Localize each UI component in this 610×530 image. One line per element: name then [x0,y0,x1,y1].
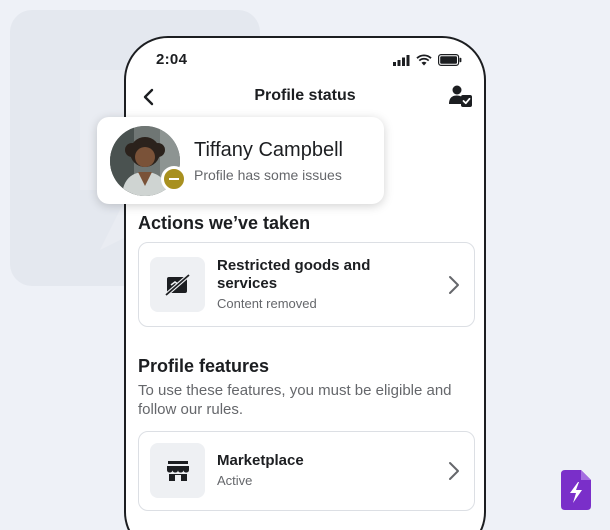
status-bar: 2:04 [126,38,484,82]
storefront-icon [166,460,189,481]
status-time: 2:04 [156,51,188,68]
account-status-icon[interactable] [448,84,474,110]
brand-logo-icon [561,470,591,510]
battery-icon [438,54,462,66]
warning-status-icon [161,166,187,192]
icon-tile [150,257,205,312]
wifi-icon [416,54,432,66]
restricted-goods-icon [164,272,190,297]
header: Profile status [126,82,484,122]
action-item-restricted-goods[interactable]: Restricted goods and services Content re… [138,242,475,327]
phone-frame: 2:04 Profile status Actions we’ve taken … [124,36,486,530]
features-section-title: Profile features [138,356,270,376]
action-item-title: Restricted goods and services [217,257,371,292]
profile-status-text: Profile has some issues [194,167,342,183]
feature-item-marketplace[interactable]: Marketplace Active [138,431,475,511]
features-description: To use these features, you must be eligi… [138,382,452,418]
actions-section-title: Actions we’ve taken [138,213,311,233]
profile-status-card: Tiffany Campbell Profile has some issues [97,117,384,204]
feature-item-subtitle: Active [217,473,253,488]
profile-name: Tiffany Campbell [194,139,343,161]
page-title: Profile status [254,87,356,104]
action-item-subtitle: Content removed [217,296,317,311]
signal-icon [393,54,410,66]
chevron-right-icon [449,462,459,480]
icon-tile [150,443,205,498]
feature-item-title: Marketplace [217,452,304,469]
chevron-right-icon [449,276,459,294]
